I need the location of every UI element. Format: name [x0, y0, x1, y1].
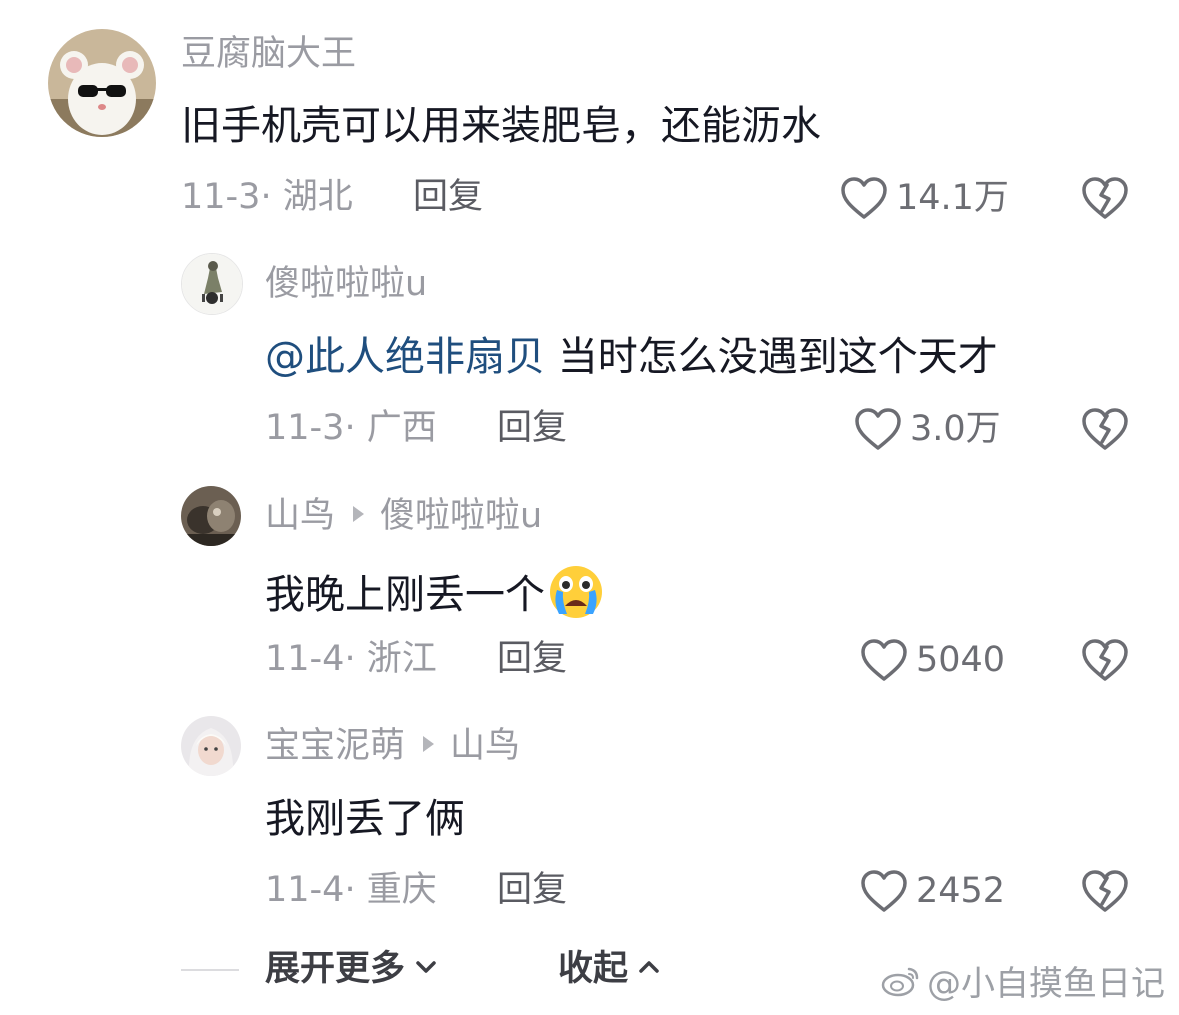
watermark: @小自摸鱼日记 — [881, 956, 1165, 1005]
reply-arrow-icon — [353, 506, 365, 522]
expand-more-button[interactable]: 展开更多 — [265, 952, 437, 987]
heart-icon — [861, 639, 907, 681]
comment-text: 旧手机壳可以用来装肥皂，还能沥水 — [181, 103, 821, 149]
comment-username[interactable]: 傻啦啦啦u — [265, 267, 427, 302]
dislike-button[interactable] — [1081, 175, 1129, 221]
heart-icon — [841, 177, 887, 219]
comment-date: 11-4 — [265, 639, 345, 679]
comment-meta: 11-4· 浙江 — [265, 639, 437, 679]
dislike-button[interactable] — [1081, 868, 1129, 914]
like-button[interactable]: 2452 — [860, 868, 1005, 914]
reply-author[interactable]: 宝宝泥萌 — [265, 726, 405, 766]
reply-button[interactable]: 回复 — [497, 642, 567, 677]
comment-location: 浙江 — [366, 639, 437, 679]
crying-face-emoji — [550, 566, 602, 618]
comment-location: 重庆 — [366, 870, 437, 910]
avatar[interactable] — [48, 29, 156, 137]
comment-username: 山鸟 傻啦啦啦u — [265, 499, 542, 534]
avatar[interactable] — [181, 253, 243, 315]
dislike-button[interactable] — [1081, 406, 1129, 452]
collapse-button[interactable]: 收起 — [558, 952, 660, 987]
comment-username: 宝宝泥萌 山鸟 — [265, 729, 520, 764]
like-button[interactable]: 3.0万 — [854, 406, 1001, 452]
comment-location: 湖北 — [282, 177, 353, 217]
reply-button[interactable]: 回复 — [413, 180, 483, 215]
comment-meta: 11-3· 湖北 — [181, 177, 353, 217]
heart-icon — [855, 408, 901, 450]
weibo-logo-icon — [881, 967, 919, 996]
comment-text: 我刚丢了俩 — [265, 796, 465, 842]
chevron-up-icon — [639, 961, 659, 973]
broken-heart-icon — [1082, 639, 1128, 681]
mention-link[interactable]: @此人绝非扇贝 — [265, 334, 545, 380]
like-count: 3.0万 — [910, 408, 1001, 449]
expand-more-label: 展开更多 — [265, 949, 406, 989]
reply-button[interactable]: 回复 — [497, 411, 567, 446]
avatar[interactable] — [181, 716, 241, 776]
broken-heart-icon — [1082, 177, 1128, 219]
divider — [181, 969, 239, 971]
comment-body: 当时怎么没遇到这个天才 — [545, 334, 998, 380]
reply-target[interactable]: 傻啦啦啦u — [380, 496, 542, 536]
comment-text: @此人绝非扇贝 当时怎么没遇到这个天才 — [265, 337, 998, 377]
reply-button[interactable]: 回复 — [497, 873, 567, 908]
like-button[interactable]: 5040 — [860, 637, 1005, 683]
broken-heart-icon — [1082, 870, 1128, 912]
comment-location: 广西 — [366, 408, 437, 448]
like-button[interactable]: 14.1万 — [840, 175, 1009, 221]
watermark-text: @小自摸鱼日记 — [927, 964, 1165, 1004]
collapse-label: 收起 — [558, 949, 629, 989]
reply-arrow-icon — [423, 736, 435, 752]
comment-date: 11-3 — [265, 408, 345, 448]
chevron-down-icon — [416, 961, 436, 973]
reply-author[interactable]: 山鸟 — [265, 496, 335, 536]
comment-meta: 11-4· 重庆 — [265, 870, 437, 910]
comment-date: 11-4 — [265, 870, 345, 910]
comment-body: 我晚上刚丢一个 — [265, 572, 545, 618]
comment-username[interactable]: 豆腐脑大王 — [181, 37, 356, 72]
heart-icon — [861, 870, 907, 912]
reply-target[interactable]: 山鸟 — [450, 726, 520, 766]
broken-heart-icon — [1082, 408, 1128, 450]
comment-meta: 11-3· 广西 — [265, 408, 437, 448]
like-count: 2452 — [916, 870, 1006, 911]
like-count: 14.1万 — [896, 177, 1009, 218]
like-count: 5040 — [916, 639, 1006, 680]
comment-date: 11-3 — [181, 177, 261, 217]
comment-text: 我晚上刚丢一个 — [265, 566, 605, 626]
avatar[interactable] — [181, 486, 241, 546]
dislike-button[interactable] — [1081, 637, 1129, 683]
